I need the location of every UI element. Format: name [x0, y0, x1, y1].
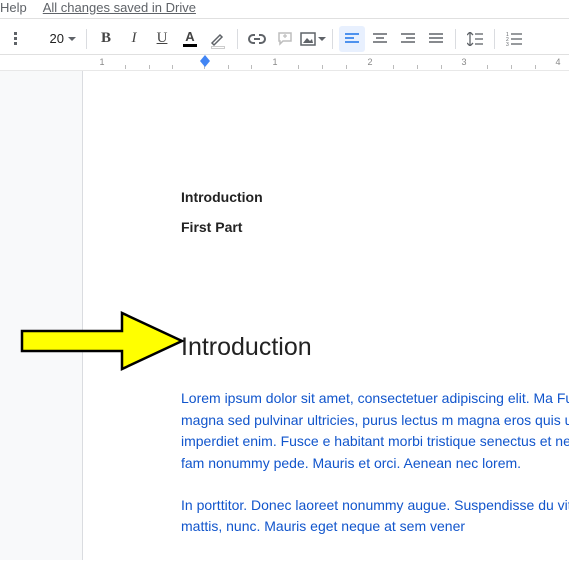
numbered-list-button[interactable]: 123	[501, 26, 527, 52]
document-paragraph[interactable]: In porttitor. Donec laoreet nonummy augu…	[181, 495, 569, 538]
save-status[interactable]: All changes saved in Drive	[43, 0, 196, 15]
comment-icon	[277, 31, 293, 47]
ruler[interactable]: 1 1 2 3 4	[0, 55, 569, 71]
align-justify-icon	[429, 33, 443, 45]
ruler-number: 2	[367, 57, 372, 67]
menu-help[interactable]: Help	[0, 0, 27, 15]
workspace: 1 1 2 3 4 Introduction First	[0, 55, 569, 560]
numbered-list-icon: 123	[506, 32, 522, 46]
toolbar-divider	[455, 29, 456, 49]
add-comment-button[interactable]	[272, 26, 298, 52]
ruler-number: 1	[272, 57, 277, 67]
align-justify-button[interactable]	[423, 26, 449, 52]
toolbar-divider	[494, 29, 495, 49]
svg-text:3: 3	[506, 42, 509, 46]
line-spacing-button[interactable]	[462, 26, 488, 52]
bold-button[interactable]: B	[93, 26, 119, 52]
left-indent-marker[interactable]	[200, 61, 210, 67]
document-page[interactable]: Introduction First Part Introduction Lor…	[82, 71, 569, 560]
toc-entry[interactable]: First Part	[181, 219, 569, 235]
document-paragraph[interactable]: Lorem ipsum dolor sit amet, consectetuer…	[181, 388, 569, 475]
link-icon	[248, 33, 266, 45]
align-left-icon	[345, 33, 359, 45]
text-color-swatch	[183, 44, 197, 47]
highlight-color-swatch	[211, 46, 225, 49]
toc-entry[interactable]: Introduction	[181, 189, 569, 205]
underline-button[interactable]: U	[149, 26, 175, 52]
font-size-value[interactable]	[38, 31, 64, 46]
toolbar-divider	[332, 29, 333, 49]
insert-image-button[interactable]	[300, 26, 326, 52]
toolbar: B I U A 123	[0, 19, 569, 55]
line-spacing-icon	[467, 32, 483, 46]
toolbar-divider	[237, 29, 238, 49]
chevron-down-icon[interactable]	[318, 37, 326, 41]
more-toolbar-icon[interactable]	[6, 26, 32, 52]
image-icon	[300, 32, 316, 46]
document-heading[interactable]: Introduction	[181, 333, 569, 362]
text-color-button[interactable]: A	[177, 26, 203, 52]
italic-button[interactable]: I	[121, 26, 147, 52]
insert-link-button[interactable]	[244, 26, 270, 52]
ruler-number: 3	[461, 57, 466, 67]
align-right-icon	[401, 33, 415, 45]
ruler-number: 4	[555, 57, 560, 67]
align-right-button[interactable]	[395, 26, 421, 52]
chevron-down-icon[interactable]	[68, 37, 76, 41]
highlighter-icon	[210, 31, 226, 47]
align-left-button[interactable]	[339, 26, 365, 52]
highlight-color-button[interactable]	[205, 26, 231, 52]
align-center-button[interactable]	[367, 26, 393, 52]
align-center-icon	[373, 33, 387, 45]
font-size-input[interactable]	[34, 29, 80, 48]
toolbar-divider	[86, 29, 87, 49]
ruler-number: 1	[99, 57, 104, 67]
text-color-icon: A	[185, 31, 194, 43]
